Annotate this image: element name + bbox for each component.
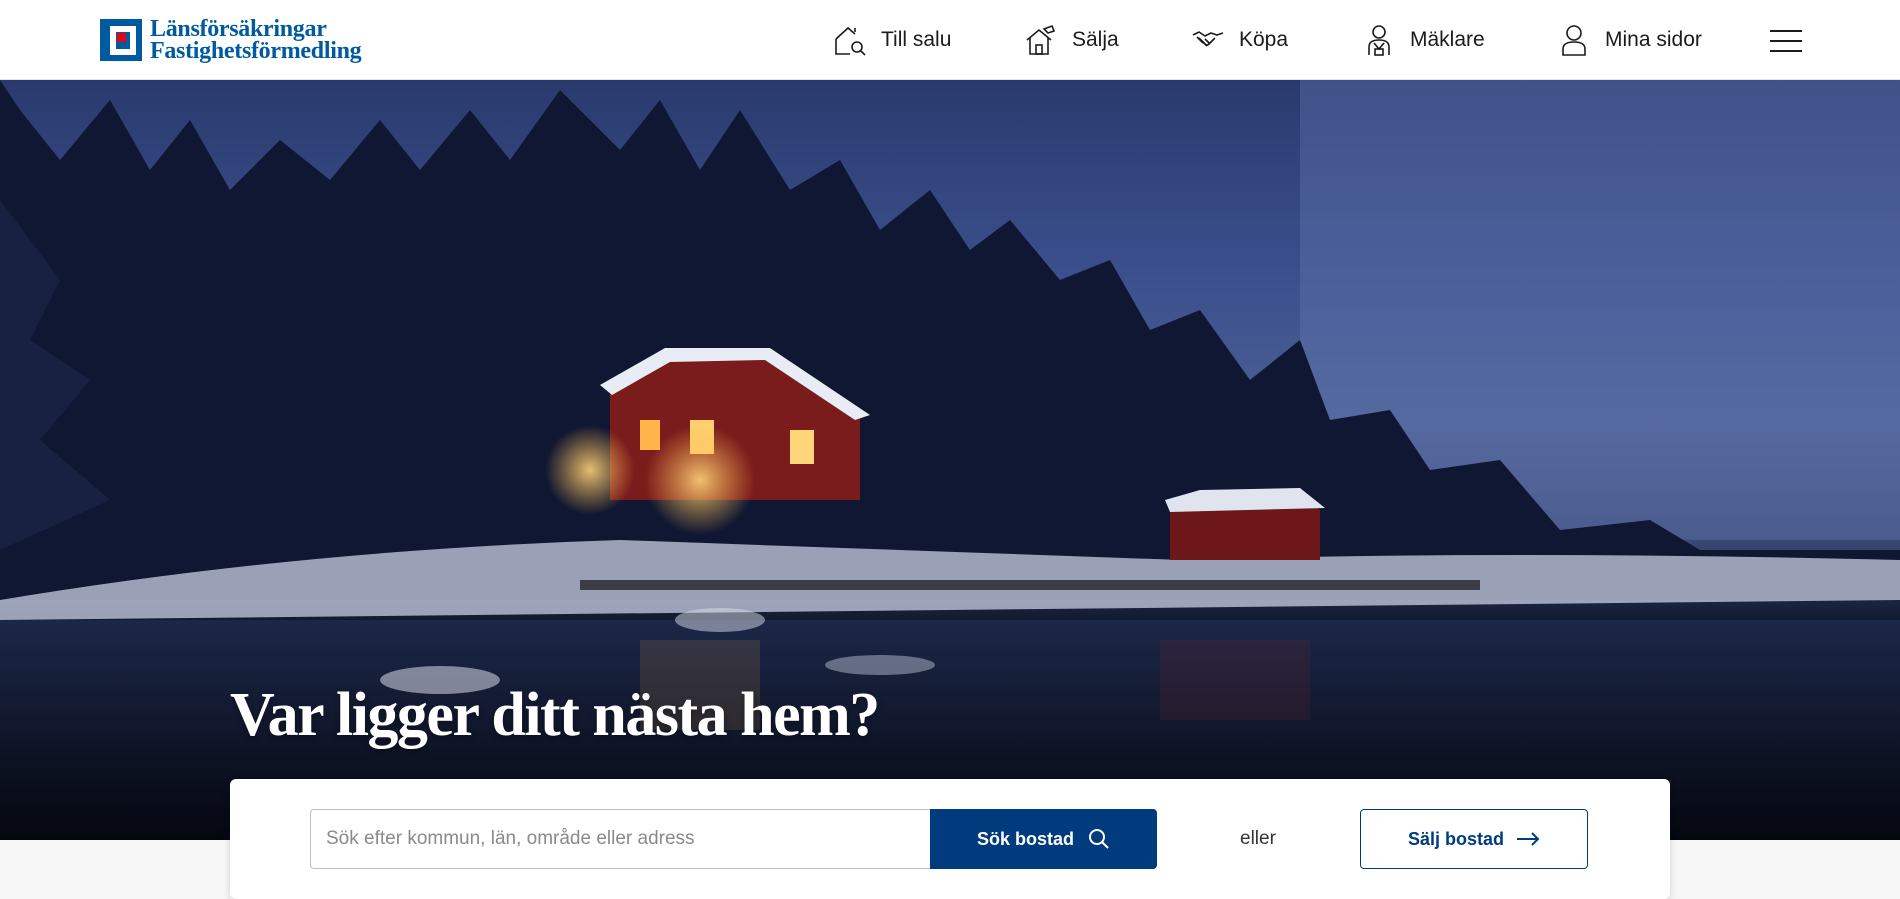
nav-label-mina-sidor: Mina sidor	[1605, 28, 1702, 51]
brand-line-2: Fastighetsförmedling	[150, 38, 362, 64]
nav-label-maklare: Mäklare	[1410, 28, 1485, 51]
agent-icon	[1368, 25, 1390, 56]
search-input[interactable]	[310, 809, 930, 869]
search-button[interactable]: Sök bostad	[930, 809, 1157, 869]
arrow-right-icon	[1517, 832, 1540, 846]
sell-button-label: Sälj bostad	[1407, 828, 1505, 849]
search-icon	[1089, 829, 1109, 849]
house-sell-icon	[1026, 24, 1056, 55]
user-icon	[1562, 25, 1586, 56]
brand-name: Länsförsäkringar Fastighetsförmedling	[150, 16, 362, 64]
nav-label-till-salu: Till salu	[881, 28, 952, 51]
sell-home-button[interactable]: Sälj bostad	[1360, 809, 1588, 869]
nav-label-salja: Sälja	[1072, 28, 1119, 51]
brand-logo[interactable]: Länsförsäkringar Fastighetsförmedling	[100, 16, 362, 64]
search-card: Sök bostad eller Sälj bostad	[230, 779, 1670, 899]
house-search-icon	[835, 26, 866, 56]
brand-line-1: Länsförsäkringar	[150, 16, 327, 42]
handshake-icon	[1192, 31, 1224, 47]
hero-banner: Var ligger ditt nästa hem?	[0, 80, 1900, 840]
nav-item-salja[interactable]: Sälja	[1024, 0, 1119, 80]
nav-item-till-salu[interactable]: Till salu	[833, 0, 951, 80]
nav-item-maklare[interactable]: Mäklare	[1362, 0, 1485, 80]
nav-label-kopa: Köpa	[1239, 28, 1289, 51]
site-header: Länsförsäkringar Fastighetsförmedling Ti…	[0, 0, 1900, 80]
logo-mark-icon	[100, 19, 142, 61]
hamburger-menu-icon[interactable]	[1770, 30, 1802, 52]
nav-item-kopa[interactable]: Köpa	[1191, 0, 1288, 80]
nav-item-mina-sidor[interactable]: Mina sidor	[1557, 0, 1702, 80]
search-button-label: Sök bostad	[976, 828, 1074, 849]
or-separator: eller	[1240, 828, 1276, 849]
hero-title: Var ligger ditt nästa hem?	[230, 681, 880, 749]
